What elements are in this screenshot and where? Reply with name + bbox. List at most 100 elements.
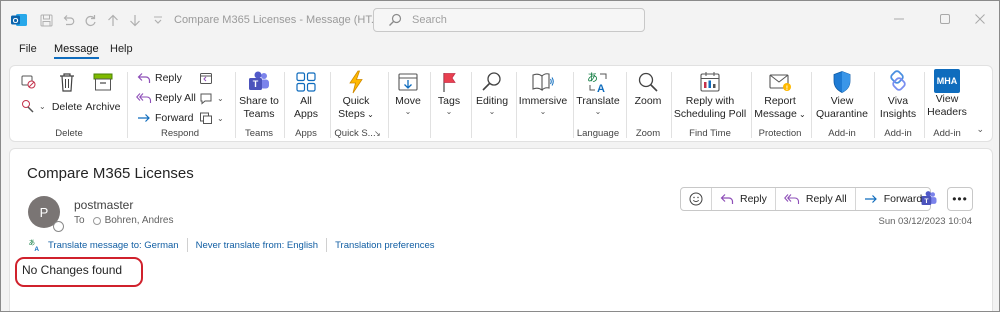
all-apps-label-line1: All bbox=[300, 95, 312, 107]
search-icon bbox=[389, 13, 402, 26]
chevron-down-icon: ⌄ bbox=[217, 113, 224, 123]
outlook-app-icon: O bbox=[11, 14, 27, 26]
chevron-down-icon: ⌄ bbox=[594, 107, 602, 116]
group-separator bbox=[127, 72, 128, 138]
viva-insights-button[interactable]: Viva Insights bbox=[877, 68, 919, 126]
tab-message[interactable]: Message bbox=[54, 43, 99, 59]
reading-pane-reply-button[interactable]: Reply bbox=[712, 188, 776, 210]
save-icon[interactable] bbox=[37, 11, 55, 29]
group-label-teams: Teams bbox=[245, 128, 273, 139]
group-separator bbox=[388, 72, 389, 138]
meeting-reply-button[interactable] bbox=[198, 69, 217, 87]
chevron-down-icon: ⌄ bbox=[488, 107, 496, 116]
immersive-reader-button[interactable]: Immersive ⌄ bbox=[519, 68, 567, 126]
reply-all-label: Reply All bbox=[155, 92, 196, 104]
tab-file[interactable]: File bbox=[19, 43, 37, 55]
recipient-presence-icon bbox=[92, 216, 101, 225]
group-separator bbox=[471, 72, 472, 138]
ignore-conversation-button[interactable] bbox=[20, 72, 39, 90]
view-quarantine-button[interactable]: View Quarantine bbox=[814, 68, 870, 126]
cleanup-button[interactable]: ⌄ bbox=[20, 97, 46, 115]
ribbon-expand-chevron-icon[interactable]: ⌄ bbox=[976, 124, 984, 135]
svg-text:A: A bbox=[34, 246, 39, 252]
find-icon bbox=[480, 69, 504, 95]
translation-preferences-link[interactable]: Translation preferences bbox=[335, 240, 434, 251]
redo-icon[interactable] bbox=[81, 11, 99, 29]
translation-bar-divider bbox=[326, 238, 328, 252]
recipient-name[interactable]: Bohren, Andres bbox=[105, 215, 174, 226]
group-separator bbox=[751, 72, 752, 138]
maximize-icon[interactable] bbox=[937, 11, 953, 27]
cleanup-icon bbox=[20, 98, 36, 114]
group-label-apps: Apps bbox=[295, 128, 317, 139]
zoom-label: Zoom bbox=[634, 95, 662, 107]
more-respond-button[interactable]: ⌄ bbox=[198, 109, 224, 127]
reply-poll-label-line2: Scheduling Poll bbox=[673, 108, 747, 120]
search-box[interactable]: Search bbox=[373, 8, 645, 32]
close-icon[interactable] bbox=[972, 11, 988, 27]
reaction-button[interactable] bbox=[681, 188, 712, 210]
delete-button[interactable]: Delete bbox=[52, 68, 82, 126]
move-to-folder-icon bbox=[396, 69, 420, 95]
move-button[interactable]: Move ⌄ bbox=[392, 68, 424, 126]
group-separator bbox=[924, 72, 925, 138]
headers-label-line1: View bbox=[935, 93, 959, 105]
svg-text:!: ! bbox=[786, 85, 788, 92]
zoom-button[interactable]: Zoom bbox=[629, 68, 667, 126]
undo-icon[interactable] bbox=[59, 11, 77, 29]
quick-steps-label-line1: Quick bbox=[342, 95, 370, 107]
all-apps-label-line2: Apps bbox=[294, 108, 318, 120]
sender-name[interactable]: postmaster bbox=[74, 198, 133, 212]
group-label-addin-1: Add-in bbox=[828, 128, 856, 139]
chevron-down-icon: ⌄ bbox=[539, 107, 547, 116]
translate-button[interactable]: あA Translate ⌄ bbox=[576, 68, 620, 126]
customize-toolbar-icon[interactable] bbox=[149, 11, 167, 29]
dialog-launcher-icon[interactable]: ↘ bbox=[374, 128, 381, 138]
chevron-down-icon: ⌄ bbox=[445, 107, 453, 116]
reading-pane-reply-all-button[interactable]: Reply All bbox=[776, 188, 856, 210]
delete-label: Delete bbox=[51, 101, 83, 113]
report-label-line2: Message bbox=[754, 108, 797, 120]
headers-label-line2: Headers bbox=[927, 106, 967, 118]
view-headers-button[interactable]: MHA View Headers bbox=[927, 68, 967, 126]
share-to-teams-label-line1: Share to bbox=[239, 95, 279, 107]
reply-with-scheduling-poll-button[interactable]: Reply with Scheduling Poll bbox=[674, 68, 746, 126]
translate-icon: あA bbox=[586, 69, 610, 95]
all-apps-button[interactable]: All Apps bbox=[288, 68, 324, 126]
quarantine-label-line1: View bbox=[830, 95, 854, 107]
reply-button[interactable]: Reply bbox=[136, 69, 182, 87]
group-separator bbox=[671, 72, 672, 138]
teams-icon: T bbox=[247, 69, 271, 95]
window-title: Compare M365 Licenses - Message (HT... bbox=[174, 14, 381, 26]
never-translate-link[interactable]: Never translate from: English bbox=[196, 240, 319, 251]
zoom-icon bbox=[636, 69, 660, 95]
share-to-teams-button[interactable]: T Share to Teams bbox=[238, 68, 280, 126]
shield-icon bbox=[830, 69, 854, 95]
forward-button[interactable]: Forward bbox=[136, 109, 194, 127]
minimize-icon[interactable] bbox=[891, 11, 907, 27]
reply-all-icon bbox=[136, 90, 152, 106]
quick-steps-button[interactable]: Quick Steps ⌄ bbox=[336, 68, 376, 126]
group-separator bbox=[811, 72, 812, 138]
report-message-button[interactable]: ! Report Message ⌄ bbox=[754, 68, 806, 126]
highlight-annotation bbox=[15, 257, 143, 287]
viva-insights-icon bbox=[886, 69, 910, 95]
ribbon-tab-bar: File Message Help bbox=[1, 43, 999, 61]
share-to-teams-small-button[interactable]: T bbox=[916, 187, 942, 211]
reply-all-button[interactable]: Reply All bbox=[136, 89, 196, 107]
group-separator bbox=[874, 72, 875, 138]
report-label-line1: Report bbox=[764, 95, 796, 107]
chevron-down-icon: ⌄ bbox=[404, 107, 412, 116]
tab-help[interactable]: Help bbox=[110, 43, 133, 55]
editing-button[interactable]: Editing ⌄ bbox=[474, 68, 510, 126]
previous-item-icon[interactable] bbox=[104, 11, 122, 29]
translate-message-link[interactable]: Translate message to: German bbox=[48, 240, 179, 251]
next-item-icon[interactable] bbox=[126, 11, 144, 29]
group-separator bbox=[626, 72, 627, 138]
tags-button[interactable]: Tags ⌄ bbox=[434, 68, 464, 126]
search-placeholder: Search bbox=[412, 14, 447, 26]
more-actions-button[interactable]: ••• bbox=[947, 187, 973, 211]
group-separator bbox=[430, 72, 431, 138]
archive-button[interactable]: Archive bbox=[86, 68, 121, 126]
im-reply-button[interactable]: ⌄ bbox=[198, 89, 224, 107]
